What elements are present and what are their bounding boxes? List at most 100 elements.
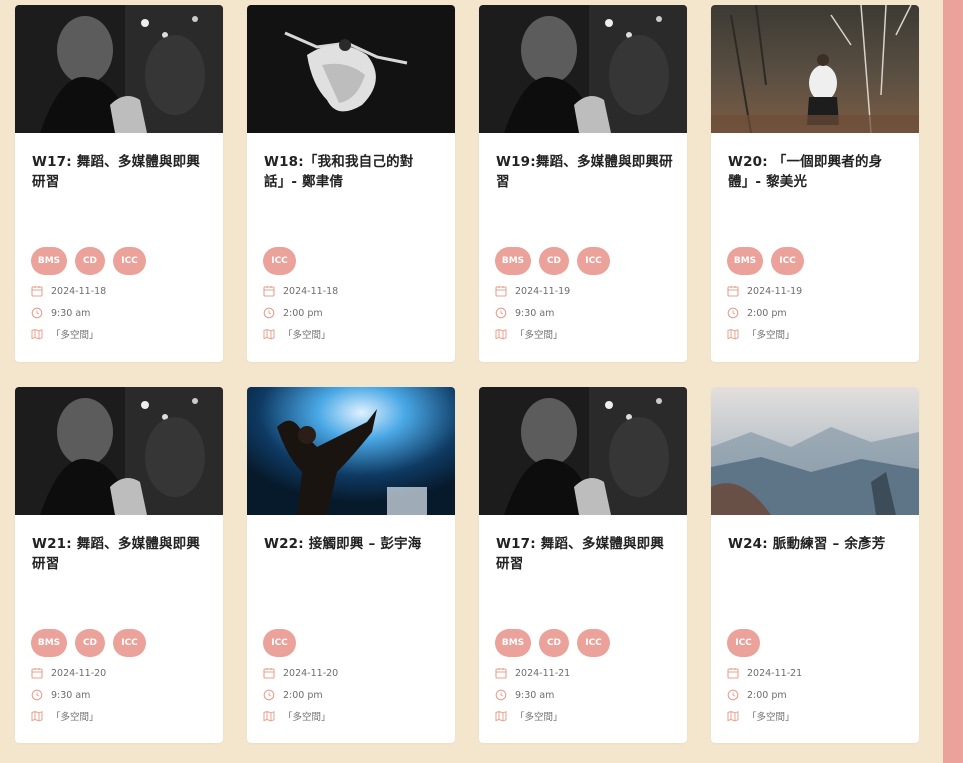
- event-location: 「多空間」: [31, 709, 99, 723]
- calendar-icon: [263, 286, 275, 297]
- event-date-text: 2024-11-18: [283, 285, 339, 297]
- event-date: 2024-11-18: [263, 285, 338, 297]
- tag-badge[interactable]: CD: [75, 629, 105, 657]
- tag-badge[interactable]: ICC: [113, 629, 146, 657]
- tag-badge[interactable]: BMS: [31, 629, 67, 657]
- event-date-text: 2024-11-21: [515, 667, 571, 679]
- tag-badge[interactable]: CD: [539, 629, 569, 657]
- event-time: 9:30 am: [495, 307, 554, 319]
- event-time-text: 9:30 am: [51, 307, 91, 319]
- tag-badge[interactable]: BMS: [727, 247, 763, 275]
- event-location: 「多空間」: [727, 327, 795, 341]
- event-date: 2024-11-19: [727, 285, 802, 297]
- event-time: 9:30 am: [495, 689, 554, 701]
- event-card[interactable]: W22: 接觸即興 – 彭宇海 ICC 2024-11-20 2:00 pm 「…: [247, 387, 455, 743]
- event-title[interactable]: W19:舞蹈、多媒體與即興研習: [496, 152, 674, 192]
- event-title[interactable]: W17: 舞蹈、多媒體與即興研習: [32, 152, 210, 192]
- calendar-icon: [31, 286, 43, 297]
- event-date: 2024-11-20: [263, 667, 338, 679]
- event-date: 2024-11-20: [31, 667, 106, 679]
- clock-icon: [263, 307, 275, 319]
- calendar-icon: [31, 668, 43, 679]
- event-date-text: 2024-11-19: [747, 285, 803, 297]
- event-date: 2024-11-21: [495, 667, 570, 679]
- event-card[interactable]: W18:「我和我自己的對話」- 鄭聿倩 ICC 2024-11-18 2:00 …: [247, 5, 455, 362]
- clock-icon: [495, 307, 507, 319]
- event-time-text: 2:00 pm: [283, 307, 323, 319]
- clock-icon: [31, 307, 43, 319]
- event-time-text: 2:00 pm: [747, 307, 787, 319]
- event-time-text: 2:00 pm: [283, 689, 323, 701]
- clock-icon: [495, 689, 507, 701]
- event-thumbnail[interactable]: [247, 5, 455, 133]
- tag-list: BMS CD ICC: [31, 247, 146, 275]
- calendar-icon: [727, 286, 739, 297]
- tag-badge[interactable]: ICC: [577, 629, 610, 657]
- page-accent-strip: [943, 0, 963, 763]
- event-location: 「多空間」: [495, 709, 563, 723]
- event-thumbnail[interactable]: [479, 387, 687, 515]
- event-location-text: 「多空間」: [515, 330, 563, 341]
- event-card[interactable]: W21: 舞蹈、多媒體與即興研習 BMS CD ICC 2024-11-20 9…: [15, 387, 223, 743]
- tag-list: BMS ICC: [727, 247, 804, 275]
- tag-badge[interactable]: CD: [539, 247, 569, 275]
- tag-badge[interactable]: ICC: [113, 247, 146, 275]
- event-time-text: 9:30 am: [51, 689, 91, 701]
- event-card[interactable]: W17: 舞蹈、多媒體與即興研習 BMS CD ICC 2024-11-18 9…: [15, 5, 223, 362]
- tag-badge[interactable]: ICC: [771, 247, 804, 275]
- forest-dancer-photo: [711, 5, 919, 133]
- event-card[interactable]: W19:舞蹈、多媒體與即興研習 BMS CD ICC 2024-11-19 9:…: [479, 5, 687, 362]
- tag-badge[interactable]: ICC: [727, 629, 760, 657]
- tag-badge[interactable]: ICC: [263, 629, 296, 657]
- rehearsal-photo: [479, 387, 687, 515]
- event-card[interactable]: W20: 「一個即興者的身體」- 黎美光 BMS ICC 2024-11-19 …: [711, 5, 919, 362]
- event-card[interactable]: W24: 脈動練習 – 余彥芳 ICC 2024-11-21 2:00 pm 「…: [711, 387, 919, 743]
- event-location: 「多空間」: [263, 709, 331, 723]
- event-thumbnail[interactable]: [711, 5, 919, 133]
- event-card[interactable]: W17: 舞蹈、多媒體與即興研習 BMS CD ICC 2024-11-21 9…: [479, 387, 687, 743]
- event-location: 「多空間」: [495, 327, 563, 341]
- event-location: 「多空間」: [727, 709, 795, 723]
- map-icon: [495, 328, 507, 340]
- event-time-text: 9:30 am: [515, 689, 555, 701]
- event-thumbnail[interactable]: [15, 5, 223, 133]
- event-location-text: 「多空間」: [747, 330, 795, 341]
- event-time: 2:00 pm: [263, 307, 323, 319]
- event-time: 9:30 am: [31, 689, 90, 701]
- event-location-text: 「多空間」: [515, 712, 563, 723]
- tag-badge[interactable]: BMS: [495, 629, 531, 657]
- tag-badge[interactable]: BMS: [495, 247, 531, 275]
- tag-badge[interactable]: BMS: [31, 247, 67, 275]
- tag-badge[interactable]: ICC: [577, 247, 610, 275]
- event-date: 2024-11-18: [31, 285, 106, 297]
- event-title[interactable]: W22: 接觸即興 – 彭宇海: [264, 534, 442, 554]
- event-thumbnail[interactable]: [479, 5, 687, 133]
- event-title[interactable]: W17: 舞蹈、多媒體與即興研習: [496, 534, 674, 574]
- event-title[interactable]: W24: 脈動練習 – 余彥芳: [728, 534, 906, 554]
- event-thumbnail[interactable]: [247, 387, 455, 515]
- tag-badge[interactable]: CD: [75, 247, 105, 275]
- event-date-text: 2024-11-20: [51, 667, 107, 679]
- event-thumbnail[interactable]: [15, 387, 223, 515]
- event-title[interactable]: W21: 舞蹈、多媒體與即興研習: [32, 534, 210, 574]
- clock-icon: [31, 689, 43, 701]
- event-location-text: 「多空間」: [51, 712, 99, 723]
- event-date: 2024-11-19: [495, 285, 570, 297]
- rehearsal-photo: [15, 387, 223, 515]
- event-time: 2:00 pm: [263, 689, 323, 701]
- map-icon: [727, 328, 739, 340]
- event-time: 9:30 am: [31, 307, 90, 319]
- event-date-text: 2024-11-21: [747, 667, 803, 679]
- event-title[interactable]: W18:「我和我自己的對話」- 鄭聿倩: [264, 152, 442, 192]
- event-location-text: 「多空間」: [283, 712, 331, 723]
- tag-badge[interactable]: ICC: [263, 247, 296, 275]
- tag-list: BMS CD ICC: [495, 629, 610, 657]
- event-title[interactable]: W20: 「一個即興者的身體」- 黎美光: [728, 152, 906, 192]
- dancer-leap-photo: [247, 5, 455, 133]
- event-date: 2024-11-21: [727, 667, 802, 679]
- event-thumbnail[interactable]: [711, 387, 919, 515]
- calendar-icon: [263, 668, 275, 679]
- event-time: 2:00 pm: [727, 689, 787, 701]
- rehearsal-photo: [15, 5, 223, 133]
- event-date-text: 2024-11-19: [515, 285, 571, 297]
